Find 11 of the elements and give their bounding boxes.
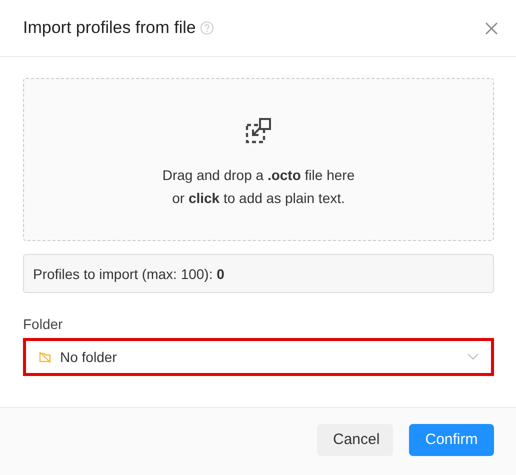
folder-select[interactable]: No folder [23,338,494,376]
dialog-title: Import profiles from file [23,18,196,38]
close-icon[interactable] [485,22,498,34]
cancel-button[interactable]: Cancel [317,424,393,456]
no-folder-icon [38,350,52,364]
import-icon [244,116,274,146]
chevron-down-icon [467,353,479,361]
drop-zone[interactable]: Drag and drop a .octo file here or click to add as plain text. [23,78,494,241]
folder-label: Folder [23,316,63,332]
profile-count: Profiles to import (max: 100): 0 [23,254,494,293]
drop-instructions: Drag and drop a .octo file here or click to add as plain text. [162,166,355,208]
